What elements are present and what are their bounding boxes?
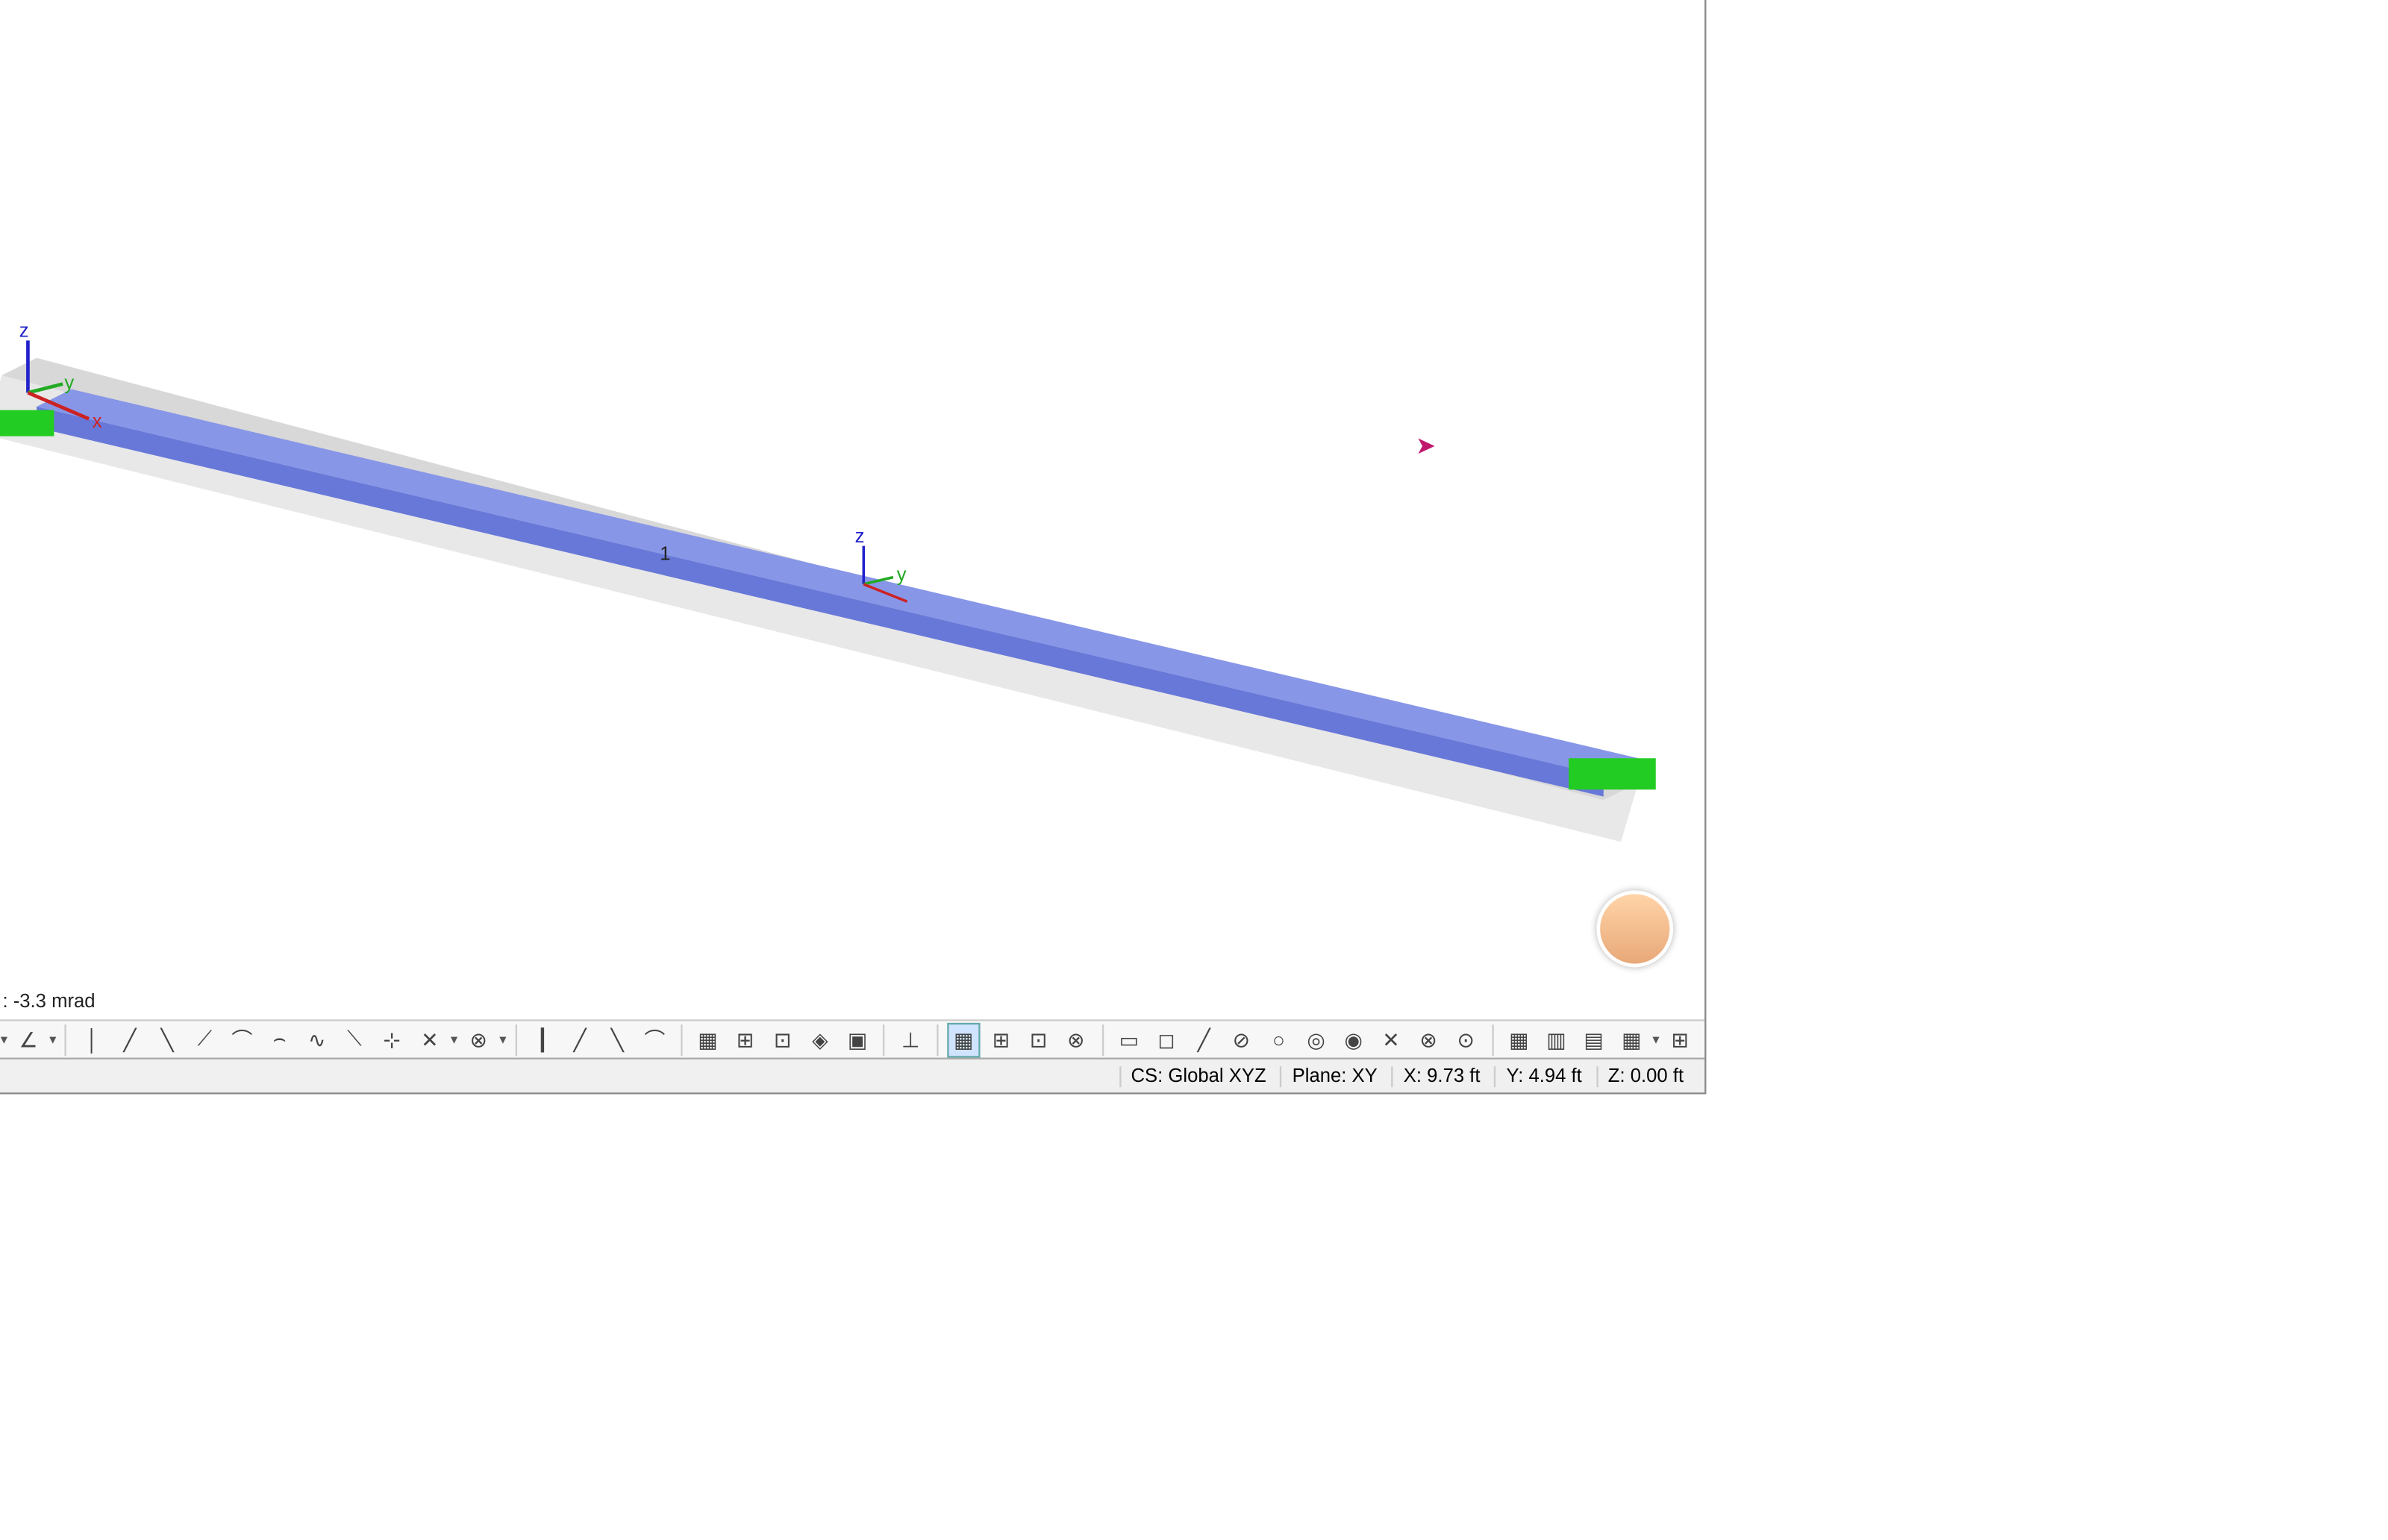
- tool-t7-icon[interactable]: ◉: [1337, 1022, 1370, 1057]
- layout-dropdown[interactable]: ▦▾: [1614, 1022, 1660, 1057]
- beam-model: 1 z y x z y: [0, 306, 1673, 898]
- draw3-icon[interactable]: │: [75, 1022, 109, 1057]
- draw13-dropdown[interactable]: ⊗▾: [461, 1022, 507, 1057]
- tool-t8-icon[interactable]: ✕: [1374, 1022, 1407, 1057]
- guide1-icon[interactable]: ┃: [525, 1022, 559, 1057]
- draw5-icon[interactable]: ╲: [150, 1022, 184, 1057]
- plane1-icon[interactable]: ⊥: [893, 1022, 927, 1057]
- layout3-icon[interactable]: ▤: [1577, 1022, 1610, 1057]
- viewport-minmax: max φᵧ : 3.3 | min φᵧ : -3.3 mrad: [0, 992, 96, 1012]
- svg-text:y: y: [897, 564, 907, 585]
- draw10-icon[interactable]: ⟍: [337, 1022, 371, 1057]
- statusbar: CS: Global XYZ Plane: XY X: 9.73 ft Y: 4…: [0, 1058, 1704, 1093]
- draw9-icon[interactable]: ∿: [300, 1022, 334, 1057]
- ucs-toolbar: ⊹ 1 - Global XYZ ▾ ⊡ ⊞ ◈ ⊕ ⊗ ⊙ ⊘▾ ▦▾ ⊥ ◎…: [0, 1019, 1704, 1057]
- status-z: Z: 0.00 ft: [1595, 1065, 1694, 1086]
- view5-icon[interactable]: ▣: [840, 1022, 874, 1057]
- draw2-dropdown[interactable]: ∠▾: [11, 1022, 57, 1057]
- svg-text:X: X: [0, 892, 1, 913]
- layout4-icon[interactable]: ⊞: [1663, 1022, 1696, 1057]
- tool-t10-icon[interactable]: ⊙: [1449, 1022, 1483, 1057]
- svg-text:x: x: [93, 411, 102, 432]
- mouse-cursor-icon: ➤: [1416, 431, 1436, 461]
- view2-icon[interactable]: ⊞: [728, 1022, 762, 1057]
- user-avatar[interactable]: [1596, 891, 1673, 968]
- view1-icon[interactable]: ▦: [691, 1022, 725, 1057]
- svg-text:z: z: [855, 526, 865, 547]
- draw7-icon[interactable]: ⌒: [225, 1022, 259, 1057]
- plane3-icon[interactable]: ⊞: [984, 1022, 1018, 1057]
- draw6-icon[interactable]: ⟋: [188, 1022, 222, 1057]
- svg-text:z: z: [19, 321, 29, 342]
- plane5-icon[interactable]: ⊗: [1059, 1022, 1093, 1057]
- tool-t9-icon[interactable]: ⊗: [1411, 1022, 1445, 1057]
- tool-t6-icon[interactable]: ◎: [1299, 1022, 1333, 1057]
- draw1-dropdown[interactable]: ╱▾: [0, 1022, 7, 1057]
- guide4-icon[interactable]: ⌒: [638, 1022, 672, 1057]
- status-y: Y: 4.94 ft: [1494, 1065, 1592, 1086]
- draw11-icon[interactable]: ⊹: [375, 1022, 408, 1057]
- draw4-icon[interactable]: ╱: [113, 1022, 146, 1057]
- beam-label: 1: [660, 543, 670, 564]
- status-plane: Plane: XY: [1280, 1065, 1387, 1086]
- svg-text:y: y: [64, 373, 74, 394]
- view4-icon[interactable]: ◈: [803, 1022, 837, 1057]
- tool-t4-icon[interactable]: ⊘: [1225, 1022, 1258, 1057]
- tool-t3-icon[interactable]: ╱: [1187, 1022, 1220, 1057]
- viewport-3d[interactable]: LC1 - Self-weight Static Analysis Rotati…: [0, 0, 1704, 1019]
- layout1-icon[interactable]: ▦: [1502, 1022, 1536, 1057]
- tool-t2-icon[interactable]: ◻: [1149, 1022, 1183, 1057]
- status-cs: CS: Global XYZ: [1119, 1065, 1276, 1086]
- guide2-icon[interactable]: ╱: [563, 1022, 596, 1057]
- view3-icon[interactable]: ⊡: [766, 1022, 799, 1057]
- axis-triad: Z X Y: [0, 810, 1, 915]
- draw12-dropdown[interactable]: ✕▾: [413, 1022, 458, 1057]
- plane4-icon[interactable]: ⊡: [1022, 1022, 1055, 1057]
- tool-t5-icon[interactable]: ○: [1262, 1022, 1295, 1057]
- draw8-icon[interactable]: ⌢: [263, 1022, 296, 1057]
- status-x: X: 9.73 ft: [1391, 1065, 1490, 1086]
- plane2-icon[interactable]: ▦: [947, 1022, 981, 1057]
- layout2-icon[interactable]: ▥: [1540, 1022, 1573, 1057]
- guide3-icon[interactable]: ╲: [600, 1022, 634, 1057]
- tool-t1-icon[interactable]: ▭: [1112, 1022, 1145, 1057]
